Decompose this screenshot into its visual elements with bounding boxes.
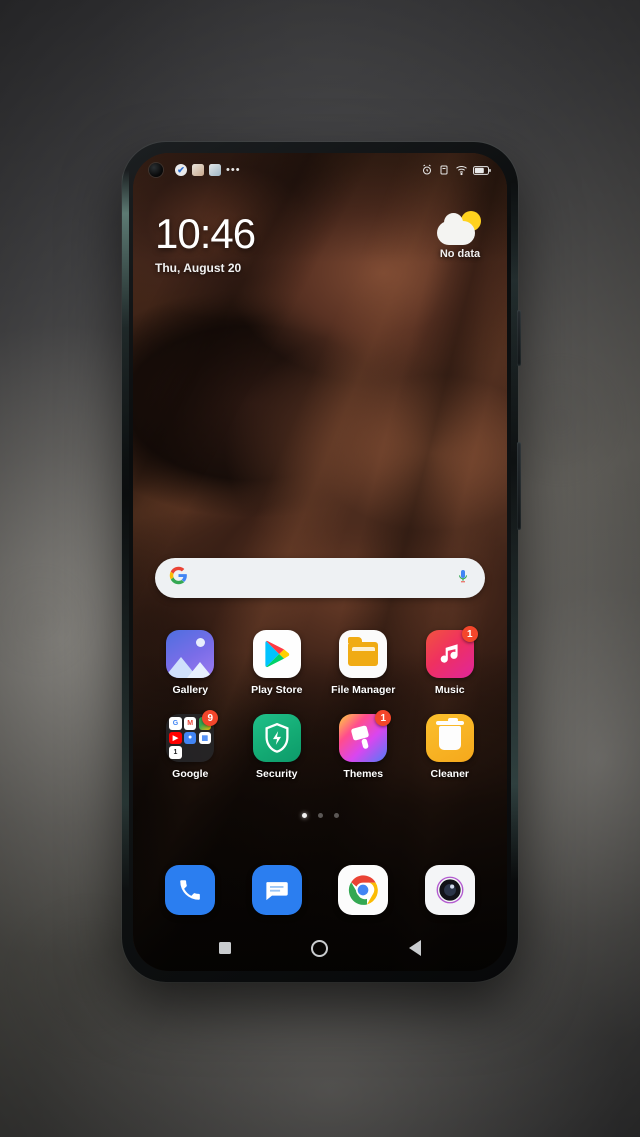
music-icon-wrap: 1: [425, 626, 478, 678]
app-label: Cleaner: [430, 768, 470, 780]
dock-app-camera[interactable]: [414, 865, 486, 915]
security-icon-wrap: [252, 714, 301, 762]
navigation-bar: [133, 925, 507, 971]
app-label: Google: [172, 768, 209, 780]
camera-icon[interactable]: [424, 865, 475, 915]
page-dot-2[interactable]: [317, 813, 323, 818]
alarm-icon: [421, 164, 433, 176]
app-badge: 1: [375, 710, 392, 726]
messages-icon[interactable]: [251, 865, 302, 915]
app-cleaner[interactable]: Cleaner: [414, 714, 486, 780]
google-folder-icon-wrap: G M ▶ ● ▦ 1 9: [166, 710, 219, 762]
sun-behind-cloud-icon: [437, 211, 483, 245]
play-store-icon-wrap: [252, 630, 301, 678]
chrome-icon[interactable]: [338, 865, 389, 915]
vibrate-icon: [438, 164, 450, 176]
notification-check-icon[interactable]: ✔: [175, 164, 187, 176]
page-dot-1[interactable]: [301, 813, 307, 818]
youtube-icon: ▶: [169, 731, 182, 744]
weather-status: No data: [439, 248, 481, 260]
app-security[interactable]: Security: [241, 714, 313, 780]
gmail-icon: M: [183, 717, 197, 730]
clock-date: Thu, August 20: [155, 261, 242, 275]
wallpaper-bottom-shade: [133, 651, 507, 971]
google-search-icon: G: [169, 717, 182, 730]
app-badge: 1: [461, 626, 478, 642]
gallery-sun-shape: [196, 638, 206, 647]
folder-shape: [348, 637, 379, 666]
gallery-icon[interactable]: [166, 630, 215, 678]
phone-left-edge-highlight: [122, 170, 129, 890]
app-google-folder[interactable]: G M ▶ ● ▦ 1 9 Google: [154, 710, 226, 780]
microphone-icon[interactable]: [455, 567, 471, 590]
page-indicator[interactable]: [133, 813, 507, 818]
cloud-shape: [437, 213, 475, 245]
app-themes[interactable]: 1 Themes: [327, 710, 399, 780]
dock-app-messages[interactable]: [241, 865, 313, 915]
phone-device: ✔ ••• 10:46 Thu, August 20 No data Galle…: [122, 142, 521, 982]
google-search-bar[interactable]: [155, 558, 485, 598]
clock-widget[interactable]: 10:46 Thu, August 20: [155, 210, 256, 276]
app-label: File Manager: [331, 684, 396, 696]
home-button[interactable]: [311, 939, 329, 957]
status-bar-right: [421, 164, 491, 176]
wifi-icon: [455, 164, 468, 176]
themes-icon-wrap: 1: [339, 710, 392, 762]
battery-icon: [473, 165, 491, 176]
page-dot-3[interactable]: [333, 813, 339, 818]
app-file-manager[interactable]: File Manager: [327, 630, 399, 696]
phone-icon[interactable]: [165, 865, 216, 915]
calendar-icon: ▦: [198, 731, 212, 744]
status-bar[interactable]: ✔ •••: [133, 153, 507, 187]
app-row-1: Gallery Play Store File Manager 1 Music: [147, 626, 493, 696]
drive-icon: 1: [169, 746, 182, 759]
status-bar-left: ✔ •••: [149, 163, 241, 177]
search-input[interactable]: [188, 570, 455, 586]
google-g-icon: [169, 566, 188, 590]
clock-time: 10:46: [155, 210, 256, 257]
back-button[interactable]: [408, 940, 421, 956]
dock-app-phone[interactable]: [154, 865, 226, 915]
app-gallery[interactable]: Gallery: [154, 630, 226, 696]
app-label: Gallery: [172, 684, 209, 696]
app-music[interactable]: 1 Music: [414, 626, 486, 696]
app-badge: 9: [202, 710, 219, 726]
notification-overflow-icon[interactable]: •••: [226, 165, 241, 176]
app-row-2: G M ▶ ● ▦ 1 9 Google Security 1 Themes C…: [147, 710, 493, 780]
app-label: Music: [434, 684, 465, 696]
cleaner-icon[interactable]: [425, 714, 474, 762]
punch-hole-camera-icon: [149, 163, 163, 177]
power-button[interactable]: [517, 310, 521, 366]
folder-paper-shape: [352, 647, 376, 651]
notification-app-icon-1[interactable]: [192, 164, 204, 176]
app-label: Play Store: [251, 684, 303, 696]
cleaner-icon-wrap: [425, 714, 474, 762]
volume-button[interactable]: [517, 442, 521, 530]
dock-app-chrome[interactable]: [327, 865, 399, 915]
gallery-mountain-2: [187, 662, 214, 678]
play-store-icon[interactable]: [252, 630, 301, 678]
security-icon[interactable]: [252, 714, 301, 762]
app-label: Security: [256, 768, 298, 780]
dock: [147, 865, 493, 915]
contacts-icon: ●: [183, 731, 197, 744]
file-manager-icon-wrap: [339, 630, 388, 678]
phone-screen[interactable]: ✔ ••• 10:46 Thu, August 20 No data Galle…: [133, 153, 507, 971]
recents-button[interactable]: [219, 942, 232, 954]
phone-right-edge-highlight: [511, 182, 518, 882]
trash-bin-shape: [435, 718, 464, 750]
app-label: Themes: [343, 768, 384, 780]
app-play-store[interactable]: Play Store: [241, 630, 313, 696]
notification-app-icon-2[interactable]: [209, 164, 221, 176]
weather-widget[interactable]: No data: [427, 211, 493, 260]
gallery-icon-wrap: [166, 630, 215, 678]
file-manager-icon[interactable]: [339, 630, 388, 678]
